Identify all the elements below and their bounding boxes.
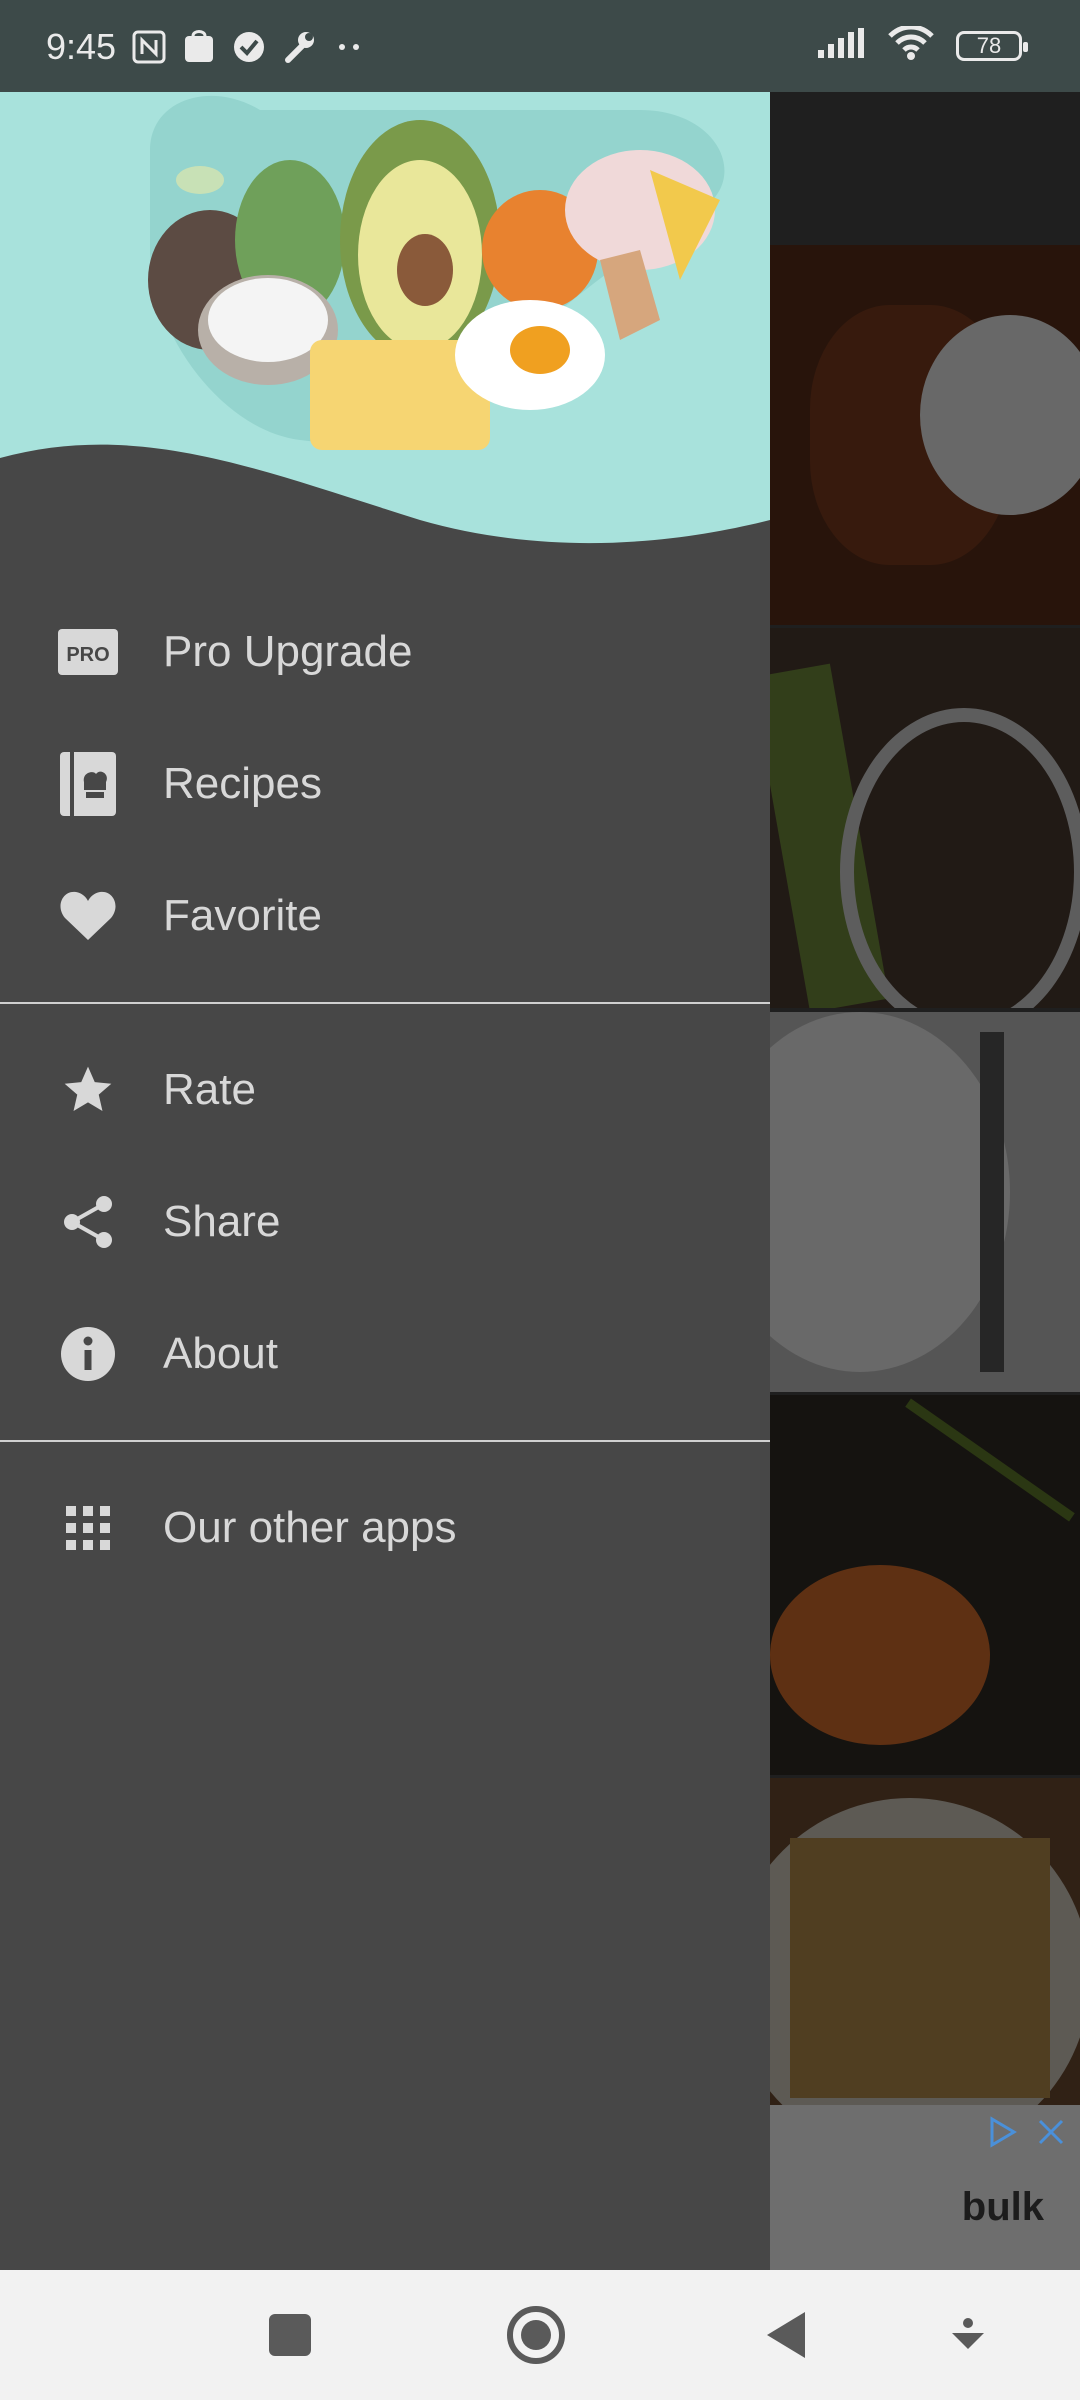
recipe-card[interactable] — [770, 1012, 1080, 1392]
menu-item-label: Recipes — [163, 759, 322, 808]
battery-level: 78 — [976, 32, 1002, 58]
wifi-icon — [888, 24, 934, 65]
pro-icon: PRO — [58, 622, 118, 682]
recipe-book-icon — [58, 752, 118, 816]
ad-brand: bulk — [961, 2185, 1044, 2229]
recipe-card[interactable] — [770, 245, 1080, 625]
gesture-assist-icon[interactable] — [938, 2305, 998, 2365]
menu-item-pro-upgrade[interactable]: PRO Pro Upgrade — [0, 586, 770, 718]
wrench-icon — [282, 30, 316, 64]
menu-item-label: Share — [163, 1197, 281, 1246]
heart-icon — [58, 886, 118, 946]
info-icon — [58, 1324, 118, 1384]
menu-divider — [0, 1002, 770, 1004]
status-time: 9:45 — [46, 26, 117, 67]
recipe-card[interactable] — [770, 628, 1080, 1008]
ad-banner[interactable]: bulk — [770, 2105, 1080, 2270]
grid-icon — [58, 1498, 118, 1558]
status-bar: 9:45 78 — [0, 0, 1080, 92]
menu-item-label: Favorite — [163, 891, 322, 940]
menu-item-label: Rate — [163, 1065, 256, 1114]
star-icon — [58, 1060, 118, 1120]
ad-close-icon[interactable] — [1034, 2115, 1068, 2154]
nfc-icon — [132, 30, 166, 64]
mi-store-icon — [182, 30, 216, 64]
menu-item-other-apps[interactable]: Our other apps — [0, 1462, 770, 1594]
menu-item-label: About — [163, 1329, 278, 1378]
menu-item-favorite[interactable]: Favorite — [0, 850, 770, 982]
home-button[interactable] — [506, 2305, 566, 2365]
drawer-menu: PRO Pro Upgrade Recipes Favorite Rate Sh… — [0, 560, 770, 1594]
recipe-card[interactable] — [770, 1778, 1080, 2158]
menu-item-label: Pro Upgrade — [163, 627, 413, 676]
menu-item-about[interactable]: About — [0, 1288, 770, 1420]
menu-item-recipes[interactable]: Recipes — [0, 718, 770, 850]
recents-button[interactable] — [260, 2305, 320, 2365]
ad-choices-icon[interactable] — [986, 2115, 1020, 2154]
menu-item-share[interactable]: Share — [0, 1156, 770, 1288]
menu-item-label: Our other apps — [163, 1503, 457, 1552]
pro-badge-text: PRO — [66, 644, 109, 666]
menu-divider — [0, 1440, 770, 1442]
more-notifications-icon — [332, 30, 366, 64]
recipe-card[interactable] — [770, 1395, 1080, 1775]
system-navigation-bar — [0, 2270, 1080, 2400]
back-button[interactable] — [756, 2305, 816, 2365]
share-icon — [58, 1192, 118, 1252]
check-circle-icon — [232, 30, 266, 64]
signal-icon — [818, 28, 866, 63]
navigation-drawer: PRO Pro Upgrade Recipes Favorite Rate Sh… — [0, 0, 770, 2270]
menu-item-rate[interactable]: Rate — [0, 1024, 770, 1156]
battery-icon: 78 — [956, 30, 1028, 61]
